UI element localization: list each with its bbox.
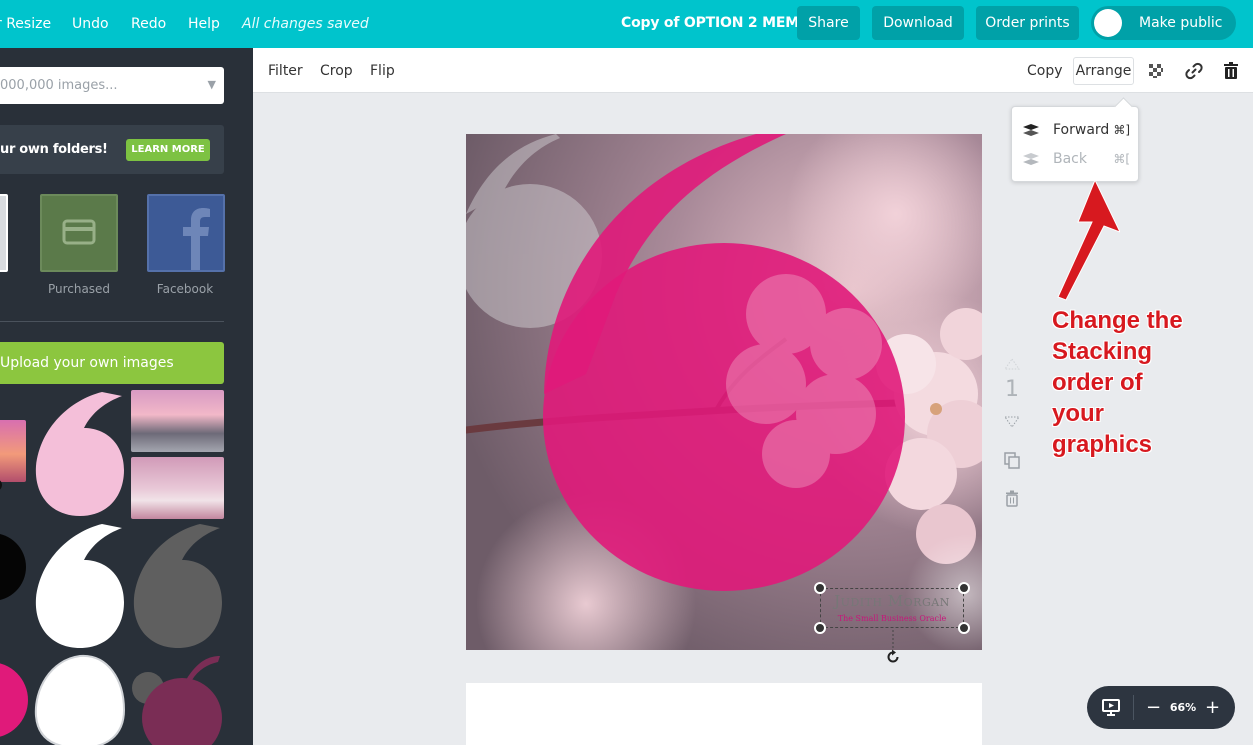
- back-label: Back: [1053, 151, 1087, 167]
- copy-button[interactable]: Copy: [1027, 61, 1063, 81]
- upload-images-label: Upload your own images: [0, 355, 174, 371]
- share-button[interactable]: Share: [797, 6, 860, 40]
- move-page-down-icon[interactable]: [1002, 411, 1022, 431]
- learn-more-button[interactable]: LEARN MORE: [126, 139, 210, 161]
- rocky-shore-photo-thumbnail[interactable]: [131, 390, 224, 452]
- forward-shortcut: ⌘]: [1113, 123, 1130, 137]
- resize-button[interactable]: r Resize: [0, 14, 51, 34]
- back-shortcut: ⌘[: [1113, 152, 1130, 166]
- black-quote-mark-thumbnail[interactable]: [0, 473, 10, 493]
- top-bar: r Resize Undo Redo Help All changes save…: [0, 0, 1253, 48]
- order-prints-button[interactable]: Order prints: [976, 6, 1079, 40]
- upload-images-button[interactable]: Upload your own images: [0, 342, 224, 384]
- save-status: All changes saved: [242, 16, 369, 32]
- editor-toolbar: Filter Crop Flip Copy Arrange: [253, 48, 1253, 93]
- rotate-icon[interactable]: [885, 649, 901, 665]
- left-panel: 000,000 images... ▼ ur own folders! LEAR…: [0, 48, 253, 745]
- search-placeholder: 000,000 images...: [0, 78, 118, 93]
- zoom-divider: [1133, 695, 1134, 720]
- annotation-line: Change the: [1052, 307, 1183, 334]
- annotation-line: Stacking: [1052, 338, 1153, 365]
- design-canvas[interactable]: [466, 134, 982, 650]
- move-page-up-icon[interactable]: [1002, 355, 1022, 375]
- folder-uploads[interactable]: [0, 194, 8, 272]
- logo-name-text: Judith Morgan: [834, 592, 950, 610]
- black-quote-mark-thumbnail[interactable]: [0, 523, 30, 613]
- folder-purchased-label: Purchased: [47, 282, 111, 296]
- logo-tagline-text: The Small Business Oracle: [837, 614, 947, 623]
- forward-menu-item[interactable]: Forward ⌘]: [1012, 116, 1138, 144]
- presentation-icon[interactable]: [1101, 697, 1121, 717]
- crop-button[interactable]: Crop: [320, 61, 353, 81]
- image-search-input[interactable]: 000,000 images... ▼: [0, 67, 224, 104]
- pink-car-photo-thumbnail[interactable]: [131, 457, 224, 519]
- annotation-line: order of: [1052, 369, 1143, 396]
- facebook-icon: [183, 208, 210, 270]
- back-menu-item[interactable]: Back ⌘[: [1012, 145, 1138, 173]
- white-quote-mark-thumbnail[interactable]: [30, 520, 128, 650]
- gray-quote-mark-thumbnail[interactable]: [128, 520, 226, 650]
- make-public-label: Make public: [1139, 15, 1223, 31]
- zoom-level: 66%: [1169, 701, 1197, 714]
- chevron-down-icon[interactable]: ▼: [208, 78, 216, 91]
- magenta-quote-mark-thumbnail[interactable]: [0, 648, 30, 745]
- credit-card-icon: [62, 219, 96, 245]
- bring-forward-icon: [1023, 124, 1039, 136]
- zoom-out-button[interactable]: −: [1146, 686, 1161, 729]
- filter-button[interactable]: Filter: [268, 61, 303, 81]
- send-backward-icon: [1023, 153, 1039, 165]
- annotation-arrow: [1057, 180, 1120, 301]
- toggle-knob: [1094, 9, 1122, 37]
- delete-page-icon[interactable]: [1002, 489, 1022, 509]
- document-title[interactable]: Copy of OPTION 2 MEME: [621, 12, 809, 34]
- resize-handle[interactable]: [814, 622, 826, 634]
- rotate-connector: [892, 630, 894, 650]
- panel-divider: [0, 321, 224, 322]
- undo-button[interactable]: Undo: [72, 14, 109, 34]
- help-button[interactable]: Help: [188, 14, 220, 34]
- download-button[interactable]: Download: [872, 6, 964, 40]
- second-page-canvas[interactable]: [466, 683, 982, 745]
- folders-promo-banner: ur own folders! LEARN MORE: [0, 125, 224, 174]
- folder-purchased[interactable]: [40, 194, 118, 272]
- annotation-line: graphics: [1052, 431, 1153, 458]
- make-public-toggle[interactable]: Make public: [1091, 6, 1236, 40]
- forward-label: Forward: [1053, 122, 1110, 138]
- zoom-control: − 66% +: [1087, 686, 1235, 729]
- pink-quote-mark-thumbnail[interactable]: [30, 388, 128, 518]
- flip-button[interactable]: Flip: [370, 61, 395, 81]
- trash-icon[interactable]: [1221, 61, 1241, 81]
- duplicate-page-icon[interactable]: [1002, 450, 1022, 470]
- annotation-text: Change the Stacking order of your graphi…: [1052, 305, 1252, 460]
- arrange-button[interactable]: Arrange: [1073, 57, 1134, 85]
- annotation-line: your: [1052, 400, 1105, 427]
- folder-facebook[interactable]: [147, 194, 225, 272]
- arrange-menu: Forward ⌘] Back ⌘[: [1011, 106, 1139, 182]
- link-icon[interactable]: [1184, 61, 1204, 81]
- folder-facebook-label: Facebook: [156, 282, 214, 296]
- redo-button[interactable]: Redo: [131, 14, 166, 34]
- zoom-in-button[interactable]: +: [1205, 686, 1220, 729]
- canvas-artwork: [466, 134, 982, 650]
- outlined-quote-mark-thumbnail[interactable]: [30, 650, 128, 745]
- folders-promo-text: ur own folders!: [0, 142, 108, 157]
- double-quote-mark-thumbnail[interactable]: [128, 652, 226, 745]
- transparency-icon[interactable]: [1146, 61, 1166, 81]
- page-number: 1: [1005, 377, 1019, 402]
- resize-handle[interactable]: [958, 622, 970, 634]
- close-icon[interactable]: [0, 388, 16, 404]
